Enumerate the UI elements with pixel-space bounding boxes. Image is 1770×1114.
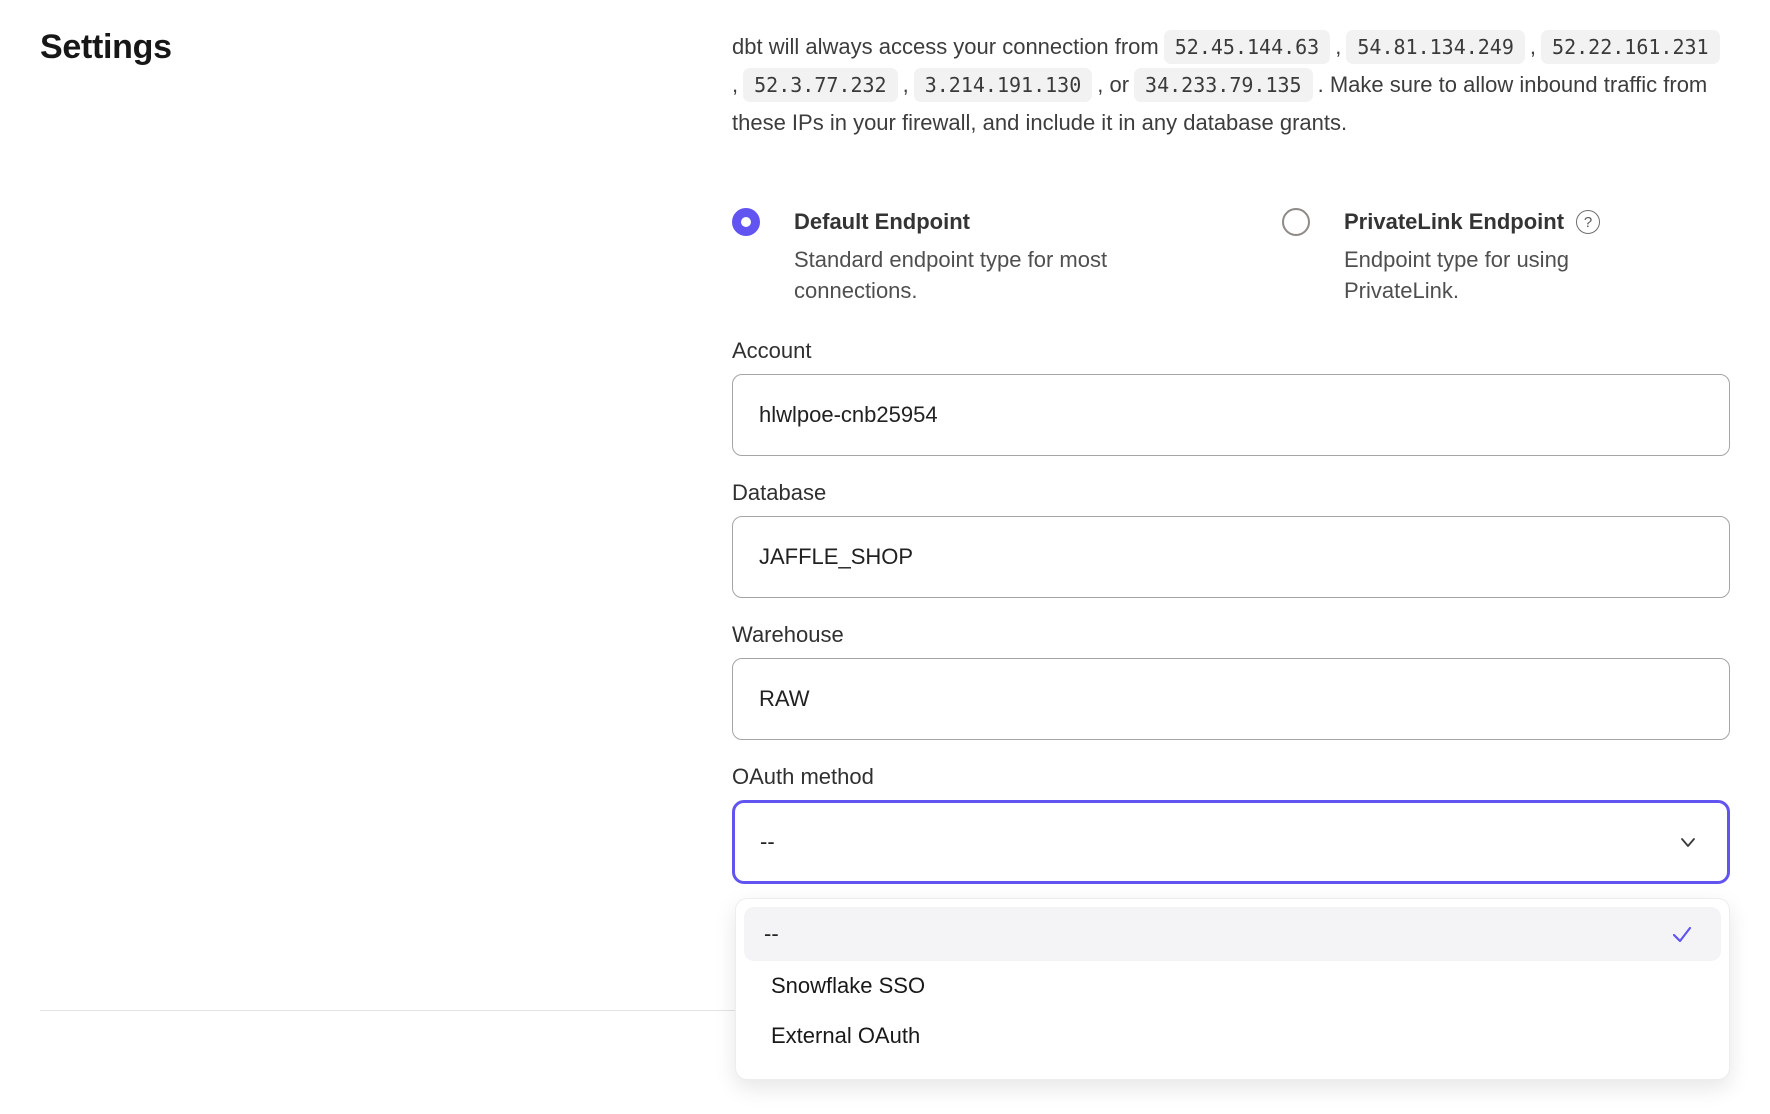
intro-separator: ,: [732, 72, 738, 97]
intro-separator: ,: [1335, 34, 1341, 59]
dropdown-option-none[interactable]: --: [744, 907, 1721, 961]
help-icon[interactable]: ?: [1576, 210, 1600, 234]
connection-settings-panel: dbt will always access your connection f…: [732, 28, 1730, 908]
default-endpoint-label: Default Endpoint: [794, 208, 970, 236]
intro-separator: ,: [1530, 34, 1536, 59]
warehouse-input[interactable]: [732, 658, 1730, 740]
database-input[interactable]: [732, 516, 1730, 598]
intro-or-separator: , or: [1097, 72, 1129, 97]
endpoint-option-default[interactable]: Default Endpoint Standard endpoint type …: [732, 208, 1282, 306]
intro-separator: ,: [903, 72, 909, 97]
account-field-group: Account: [732, 338, 1730, 456]
oauth-method-field-group: OAuth method -- -- Snowflake SSO: [732, 764, 1730, 884]
radio-default-endpoint[interactable]: [732, 208, 760, 236]
database-label: Database: [732, 480, 1730, 506]
privatelink-endpoint-texts: PrivateLink Endpoint ? Endpoint type for…: [1344, 208, 1600, 306]
chevron-down-icon: [1677, 831, 1699, 853]
privatelink-endpoint-label: PrivateLink Endpoint: [1344, 208, 1564, 236]
ip-address-chip: 3.214.191.130: [914, 68, 1093, 102]
warehouse-field-group: Warehouse: [732, 622, 1730, 740]
page-title: Settings: [40, 28, 172, 67]
default-endpoint-texts: Default Endpoint Standard endpoint type …: [794, 208, 1149, 306]
oauth-method-select-wrap: -- -- Snowflake SSO External OAuth: [732, 800, 1730, 884]
ip-address-chip: 52.22.161.231: [1541, 30, 1720, 64]
check-icon: [1669, 921, 1695, 947]
oauth-method-label: OAuth method: [732, 764, 1730, 790]
account-label: Account: [732, 338, 1730, 364]
account-input[interactable]: [732, 374, 1730, 456]
oauth-method-select[interactable]: --: [732, 800, 1730, 884]
connection-fields: Account Database Warehouse OAuth method …: [732, 338, 1730, 884]
endpoint-option-privatelink[interactable]: PrivateLink Endpoint ? Endpoint type for…: [1282, 208, 1600, 306]
ip-address-chip: 52.45.144.63: [1164, 30, 1331, 64]
endpoint-type-radio-group: Default Endpoint Standard endpoint type …: [732, 208, 1730, 306]
ip-address-chip: 34.233.79.135: [1134, 68, 1313, 102]
ip-allowlist-notice: dbt will always access your connection f…: [732, 28, 1730, 142]
dropdown-option-external-oauth[interactable]: External OAuth: [744, 1011, 1721, 1061]
database-field-group: Database: [732, 480, 1730, 598]
intro-prefix: dbt will always access your connection f…: [732, 34, 1159, 59]
radio-privatelink-endpoint[interactable]: [1282, 208, 1310, 236]
warehouse-label: Warehouse: [732, 622, 1730, 648]
privatelink-endpoint-description: Endpoint type for using PrivateLink.: [1344, 244, 1599, 306]
oauth-method-selected-value: --: [760, 829, 775, 855]
ip-address-chip: 52.3.77.232: [743, 68, 897, 102]
dropdown-option-snowflake-sso[interactable]: Snowflake SSO: [744, 961, 1721, 1011]
ip-address-chip: 54.81.134.249: [1346, 30, 1525, 64]
dropdown-option-none-label: --: [764, 921, 779, 947]
default-endpoint-description: Standard endpoint type for most connecti…: [794, 244, 1149, 306]
oauth-method-dropdown-menu: -- Snowflake SSO External OAuth: [735, 898, 1730, 1080]
